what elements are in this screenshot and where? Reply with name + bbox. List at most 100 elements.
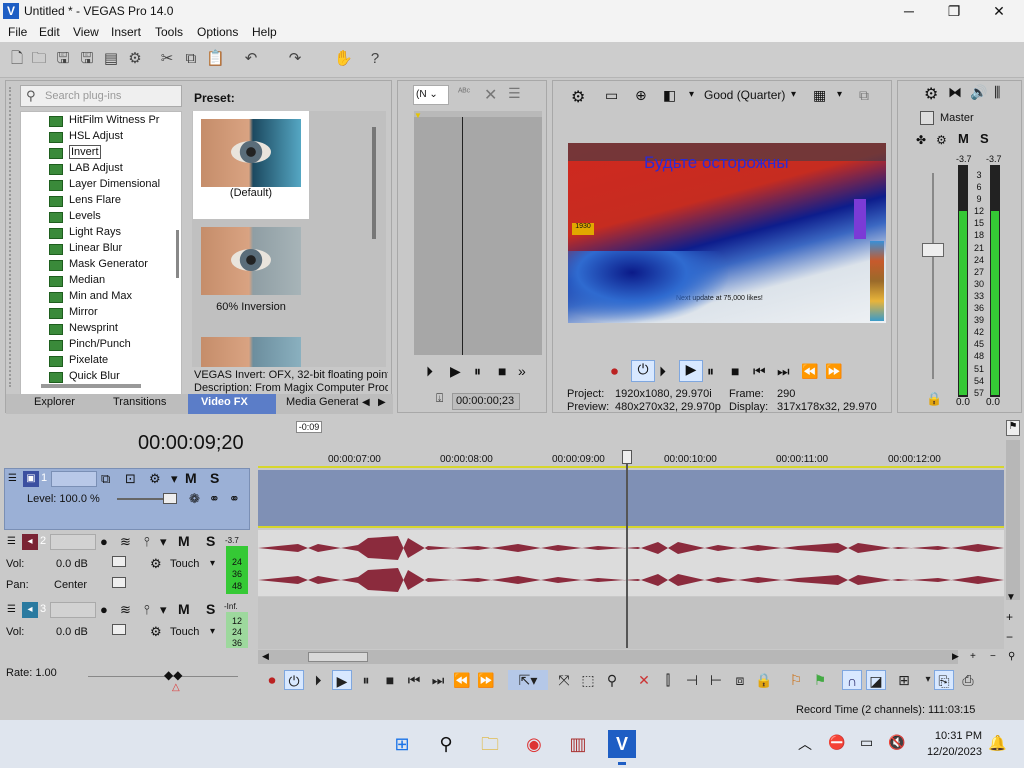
trim-end-icon[interactable]: ⊢ <box>706 670 726 690</box>
trimmer-timecode[interactable]: 00:00:00;23 <box>452 393 520 410</box>
trimmer-pause-icon[interactable]: ⏸ <box>474 363 481 380</box>
scroll-thumb[interactable] <box>308 652 368 662</box>
invert-phase-icon[interactable]: ≋ <box>120 602 131 618</box>
pause-icon[interactable]: ⏸ <box>356 670 376 690</box>
loop-icon[interactable]: ⏻ <box>631 360 655 382</box>
track-motion-icon[interactable]: ⊡ <box>125 471 136 487</box>
master-mute[interactable]: M <box>958 131 969 146</box>
new-icon[interactable]: 🗋 <box>8 50 26 68</box>
tree-item[interactable]: Mirror <box>49 306 98 322</box>
automation-icon[interactable]: ⚙ <box>150 624 162 640</box>
save-as-icon[interactable]: 🖫 <box>78 50 96 68</box>
scroll-down-icon[interactable]: ▼ <box>1006 592 1016 603</box>
go-to-end-icon[interactable]: ⏭ <box>428 670 448 690</box>
track-dropdown-icon[interactable]: ▾ <box>160 534 167 550</box>
trim-icon[interactable]: ⫿ <box>658 670 678 690</box>
maximize-button[interactable]: ❐ <box>931 0 977 22</box>
track-fx-icon[interactable]: ⫯ <box>144 602 150 618</box>
tree-vscrollbar[interactable] <box>176 230 179 278</box>
zoom-tool-icon[interactable]: ⚲ <box>602 670 622 690</box>
quality-dropdown-icon[interactable]: ▾ <box>791 89 796 100</box>
tree-item[interactable]: Levels <box>49 210 101 226</box>
render-icon[interactable]: ▤ <box>102 50 120 68</box>
record-icon[interactable]: ⏺ <box>611 363 618 380</box>
empty-track-lane[interactable] <box>258 597 1004 649</box>
undo-icon[interactable]: ↶ <box>242 50 260 68</box>
track-dropdown-icon[interactable]: ▾ <box>171 471 178 487</box>
trimmer-view[interactable]: ▼ <box>414 111 542 355</box>
ignore-grouping-icon[interactable]: ⎙ <box>958 670 978 690</box>
tree-item[interactable]: Light Rays <box>49 226 121 242</box>
touch-dropdown-icon[interactable]: ▾ <box>210 558 215 569</box>
network-icon[interactable]: ⛔ <box>828 734 845 751</box>
master-checkbox[interactable] <box>920 111 934 125</box>
marker-icon[interactable]: ⚐ <box>786 670 806 690</box>
track-solo-button[interactable]: S <box>206 533 215 549</box>
marker-flag-icon[interactable]: ⚑ <box>1006 420 1020 436</box>
audio-track-lane[interactable] <box>258 530 1004 596</box>
parent-icon[interactable]: ⚭ <box>229 491 240 507</box>
tree-item[interactable]: Median <box>49 274 105 290</box>
track-mute-button[interactable]: M <box>185 470 197 486</box>
master-solo[interactable]: S <box>980 131 989 146</box>
selection-tool-icon[interactable]: ⬚ <box>578 670 598 690</box>
spellcheck-icon[interactable]: ᴬᴮᶜ <box>458 87 470 98</box>
track-name-field[interactable] <box>50 534 96 550</box>
search-input[interactable]: ⚲ Search plug-ins <box>20 85 182 107</box>
track-name-field[interactable] <box>51 471 97 487</box>
level-slider[interactable] <box>163 493 177 504</box>
master-properties-icon[interactable]: ⚙ <box>924 84 938 104</box>
zoom-in-icon[interactable]: + <box>1006 610 1013 624</box>
tree-item[interactable]: Pinch/Punch <box>49 338 131 354</box>
track-mute-button[interactable]: M <box>178 601 190 617</box>
master-fader[interactable] <box>922 243 944 257</box>
clear-icon[interactable]: ✕ <box>484 85 497 105</box>
menu-help[interactable]: Help <box>252 25 277 39</box>
menu-edit[interactable]: Edit <box>39 25 60 39</box>
lock-envelopes-icon[interactable]: ⎘ <box>934 670 954 690</box>
next-frame-icon[interactable]: ⏩ <box>825 363 842 380</box>
audio-track-header-3[interactable]: ☰ ◂ 3 ● ≋ ⫯ ▾ M S Vol: 0.0 dB ⚙ Touch ▾ … <box>4 600 250 648</box>
chrome-icon[interactable]: ◉ <box>520 730 548 758</box>
save-icon[interactable]: 🖫 <box>54 50 72 68</box>
vegas-taskbar-icon[interactable]: V <box>608 730 636 758</box>
preview-quality[interactable]: Good (Quarter) <box>704 88 785 102</box>
external-monitor-icon[interactable]: ▭ <box>605 87 618 104</box>
tree-hscrollbar[interactable] <box>41 384 141 388</box>
auto-crossfade-icon[interactable]: ◪ <box>866 670 886 690</box>
fx-icon[interactable]: ⚙ <box>936 133 947 147</box>
previous-frame-icon[interactable]: ⏪ <box>452 670 472 690</box>
delete-icon[interactable]: ✕ <box>634 670 654 690</box>
copy-icon[interactable]: ⧉ <box>182 50 200 68</box>
touch-dropdown-icon[interactable]: ▾ <box>210 626 215 637</box>
track-mute-button[interactable]: M <box>178 533 190 549</box>
automation-icon[interactable]: ⚙ <box>150 556 162 572</box>
tree-item[interactable]: HSL Adjust <box>49 130 123 146</box>
trimmer-play-from-start-icon[interactable]: ⏵ <box>426 363 433 380</box>
tree-item[interactable]: LAB Adjust <box>49 162 123 178</box>
playhead-handle[interactable] <box>622 450 632 464</box>
zoom-icon[interactable]: ⚲ <box>1008 651 1015 662</box>
play-from-start-icon[interactable]: ⏵ <box>308 670 328 690</box>
zoom-out-icon[interactable]: − <box>1006 630 1013 644</box>
preview-properties-icon[interactable]: ⚙ <box>571 87 585 107</box>
insert-fx-icon[interactable]: ✤ <box>916 133 926 147</box>
tree-item[interactable]: Newsprint <box>49 322 118 338</box>
help-icon[interactable]: ? <box>366 50 384 68</box>
overlays-icon[interactable]: ◧ <box>663 87 676 104</box>
track-minimize-icon[interactable]: ☰ <box>8 473 17 484</box>
preset-item[interactable] <box>193 337 309 367</box>
display-icon[interactable]: ▭ <box>860 734 873 751</box>
tab-scroll-left-icon[interactable]: ◀ <box>362 397 370 408</box>
stop-icon[interactable]: ■ <box>380 670 400 690</box>
tree-item[interactable]: Pixelate <box>49 354 108 370</box>
trimmer-dropdown[interactable]: (N ⌄ <box>413 85 449 105</box>
track-fx-icon[interactable]: ⫯ <box>144 534 150 550</box>
snapping-icon[interactable]: ∩ <box>842 670 862 690</box>
scroll-right-icon[interactable]: ▶ <box>952 651 959 662</box>
play-icon[interactable]: ▶ <box>332 670 352 690</box>
vol-slider[interactable] <box>112 624 126 635</box>
preset-default[interactable]: (Default) <box>193 111 309 219</box>
play-from-start-icon[interactable]: ⏵ <box>659 363 666 380</box>
audio-track-header-2[interactable]: ☰ ◂ 2 ● ≋ ⫯ ▾ M S Vol: 0.0 dB ⚙ Touch ▾ … <box>4 532 250 598</box>
